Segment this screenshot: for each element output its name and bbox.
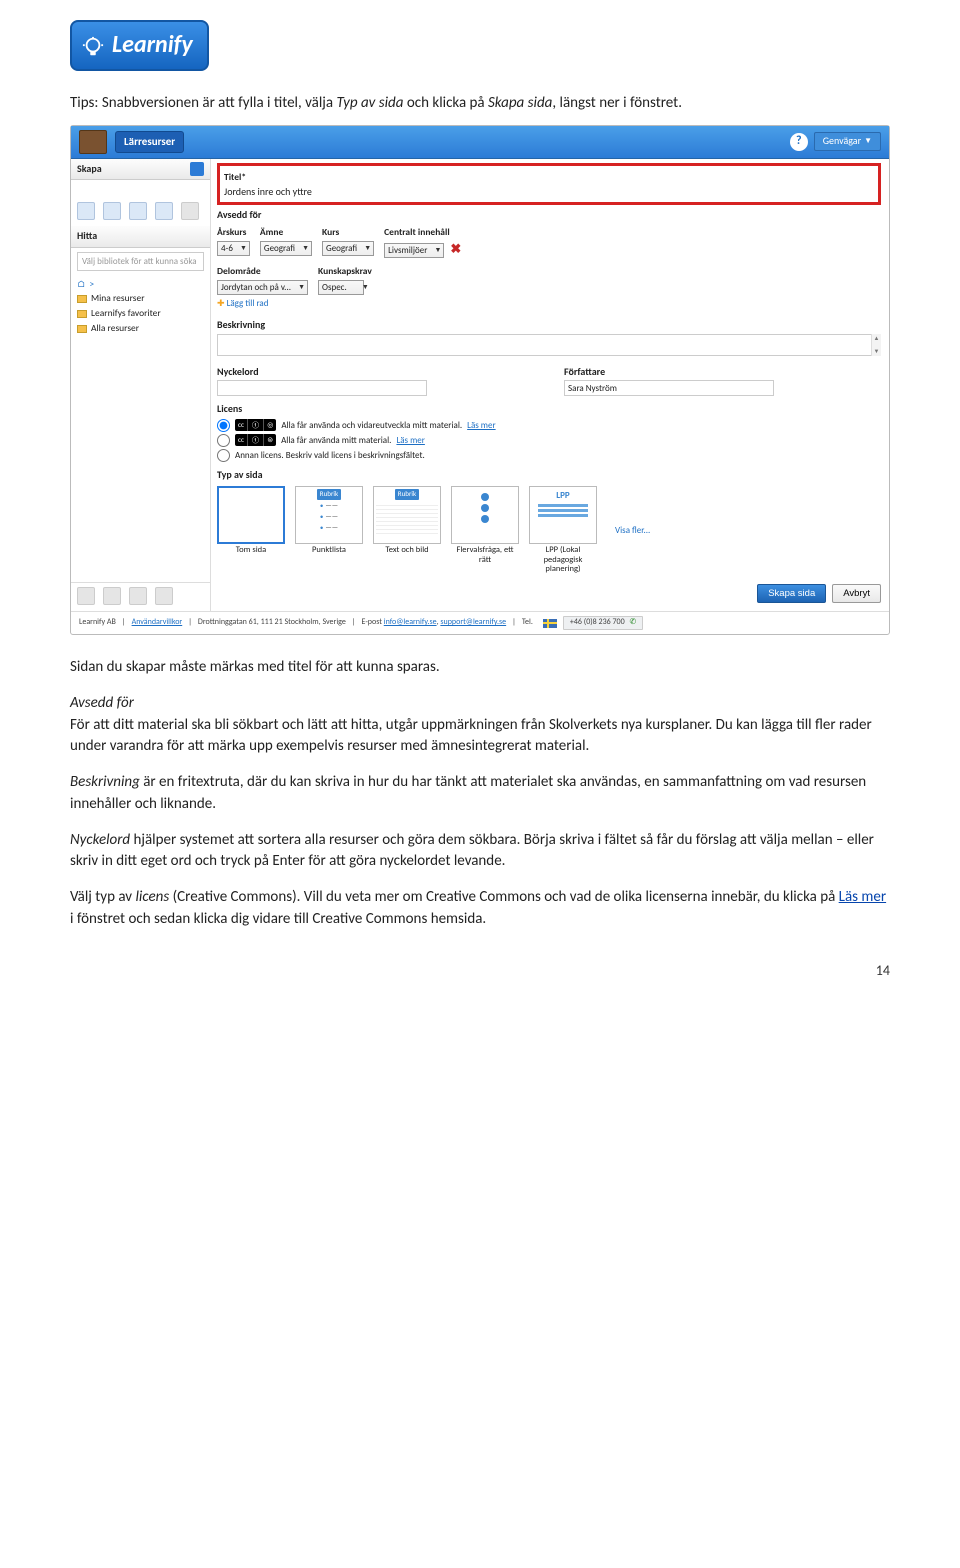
home-icon[interactable]: ⌂ — [77, 278, 85, 292]
title-label: Titel* — [224, 171, 874, 185]
delete-row-icon[interactable]: ✖ — [450, 241, 461, 260]
new-folder-icon[interactable] — [129, 202, 147, 220]
p-beskrivning: Beskrivning är en fritextruta, där du ka… — [70, 772, 890, 816]
footer-phone: +46 (0)8 236 700 ✆ — [563, 616, 643, 630]
intro-tip: Tips: Snabbversionen är att fylla i tite… — [70, 93, 890, 115]
tile-tom-sida[interactable]: Tom sida — [217, 486, 285, 555]
licens-text-1: Alla får använda och vidareutveckla mitt… — [281, 419, 462, 432]
app-footer: Learnify AB | Användarvillkor | Drottnin… — [71, 611, 889, 634]
folder-icon — [77, 295, 87, 303]
sidebar-head-hitta[interactable]: Hitta — [71, 226, 210, 248]
licens-radio-1[interactable] — [217, 419, 230, 432]
cc-by-nd-icon: cc①⊜ — [235, 434, 276, 446]
amne-select[interactable]: Geografi — [260, 241, 312, 256]
new-page-icon[interactable] — [77, 202, 95, 220]
tool1-icon[interactable] — [77, 587, 95, 605]
tile-lpp[interactable]: LPP LPP (Lokal pedagogisk planering) — [529, 486, 597, 574]
licens-radio-3[interactable] — [217, 449, 230, 462]
p-nyckelord: Nyckelord hjälper systemet att sortera a… — [70, 830, 890, 874]
beskrivning-textarea[interactable] — [217, 334, 881, 356]
collapse-icon[interactable] — [190, 162, 204, 176]
tool2-icon[interactable] — [103, 587, 121, 605]
new-group-icon[interactable] — [155, 202, 173, 220]
resource-box-icon — [79, 130, 107, 154]
sidebar-tree: ⌂> Mina resurser Learnifys favoriter All… — [71, 275, 210, 343]
tool4-icon[interactable] — [155, 587, 173, 605]
app-topbar: Lärresurser ? Genvägar▼ — [71, 126, 889, 159]
amne-label: Ämne — [260, 226, 312, 240]
tile-punktlista[interactable]: Rubrik —————— Punktlista — [295, 486, 363, 555]
licens-text-2: Alla får använda mitt material. — [281, 434, 391, 447]
kunskap-label: Kunskapskrav — [318, 265, 372, 279]
folder-icon — [77, 310, 87, 318]
footer-terms-link[interactable]: Användarvillkor — [132, 617, 183, 629]
arskurs-select[interactable]: 4-6 — [217, 241, 250, 256]
help-icon[interactable]: ? — [790, 133, 808, 151]
licens-radio-2[interactable] — [217, 434, 230, 447]
shortcuts-button[interactable]: Genvägar▼ — [814, 132, 881, 151]
avsedd-label: Avsedd för — [217, 208, 881, 223]
tile-text-bild[interactable]: Rubrik Text och bild — [373, 486, 441, 555]
sidebar-tool-row — [71, 196, 210, 226]
chevron-down-icon: ▼ — [864, 136, 872, 148]
tree-item[interactable]: Alla resurser — [77, 322, 204, 336]
footer-email2[interactable]: support@learnify.se — [440, 617, 506, 627]
licens-text-3: Annan licens. Beskriv vald licens i besk… — [235, 449, 425, 462]
las-mer-text-link[interactable]: Läs mer — [839, 888, 886, 906]
footer-company: Learnify AB — [79, 617, 116, 629]
licens-label: Licens — [217, 402, 881, 417]
skapa-sida-button[interactable]: Skapa sida — [757, 584, 826, 603]
beskrivning-label: Beskrivning — [217, 318, 881, 333]
brand-name: Learnify — [112, 28, 193, 63]
forfattare-input[interactable]: Sara Nyström — [564, 380, 774, 396]
phone-icon: ✆ — [628, 617, 637, 627]
title-input[interactable]: Jordens inre och yttre — [224, 185, 874, 200]
kurs-select[interactable]: Geografi — [322, 241, 374, 256]
sidebar-bottom-tools — [71, 582, 210, 611]
kunskap-select[interactable]: Ospec. — [318, 280, 364, 295]
brush-icon[interactable] — [181, 202, 199, 220]
cc-by-sa-icon: cc①◎ — [235, 419, 276, 431]
centralt-select[interactable]: Livsmiljöer — [384, 243, 444, 258]
centralt-label: Centralt innehåll — [384, 226, 461, 240]
tree-item[interactable]: Mina resurser — [77, 292, 204, 306]
left-sidebar: Skapa Hitta Välj bibliotek för att kunna… — [71, 159, 211, 612]
swedish-flag-icon — [543, 619, 557, 628]
tree-item[interactable]: Learnifys favoriter — [77, 307, 204, 321]
p-licens: Välj typ av licens (Creative Commons). V… — [70, 887, 890, 931]
typ-label: Typ av sida — [217, 468, 881, 483]
nyckelord-label: Nyckelord — [217, 365, 534, 380]
delomrade-select[interactable]: Jordytan och på v... — [217, 280, 308, 295]
visa-fler-link[interactable]: Visa fler... — [615, 524, 650, 537]
folder-icon — [77, 325, 87, 333]
page-number: 14 — [70, 961, 890, 981]
add-row-link[interactable]: Lägg till rad — [217, 297, 881, 310]
tile-flerval[interactable]: Flervalsfråga, ett rätt — [451, 486, 519, 565]
las-mer-link-1[interactable]: Läs mer — [467, 419, 495, 432]
delomrade-label: Delområde — [217, 265, 308, 279]
arskurs-label: Årskurs — [217, 226, 250, 240]
cancel-button[interactable]: Avbryt — [832, 584, 881, 603]
nyckelord-input[interactable] — [217, 380, 427, 396]
footer-email1[interactable]: info@learnify.se — [384, 617, 437, 627]
footer-address: Drottninggatan 61, 111 21 Stockholm, Sve… — [198, 617, 346, 629]
sidebar-head-skapa[interactable]: Skapa — [71, 159, 210, 181]
brand-logo: Learnify — [70, 20, 209, 71]
p-titelkrav: Sidan du skapar måste märkas med titel f… — [70, 657, 890, 679]
app-screenshot: Lärresurser ? Genvägar▼ Skapa Hitta — [70, 125, 890, 635]
title-field-highlight: Titel* Jordens inre och yttre — [217, 163, 881, 205]
p-avsedd: Avsedd för För att ditt material ska bli… — [70, 693, 890, 758]
lightbulb-icon — [82, 34, 104, 56]
forfattare-label: Författare — [564, 365, 881, 380]
main-form: Titel* Jordens inre och yttre Avsedd för… — [211, 159, 889, 612]
search-input[interactable]: Välj bibliotek för att kunna söka — [77, 252, 204, 271]
new-doc-icon[interactable] — [103, 202, 121, 220]
topbar-title: Lärresurser — [115, 131, 184, 153]
tool3-icon[interactable] — [129, 587, 147, 605]
kurs-label: Kurs — [322, 226, 374, 240]
las-mer-link-2[interactable]: Läs mer — [396, 434, 424, 447]
